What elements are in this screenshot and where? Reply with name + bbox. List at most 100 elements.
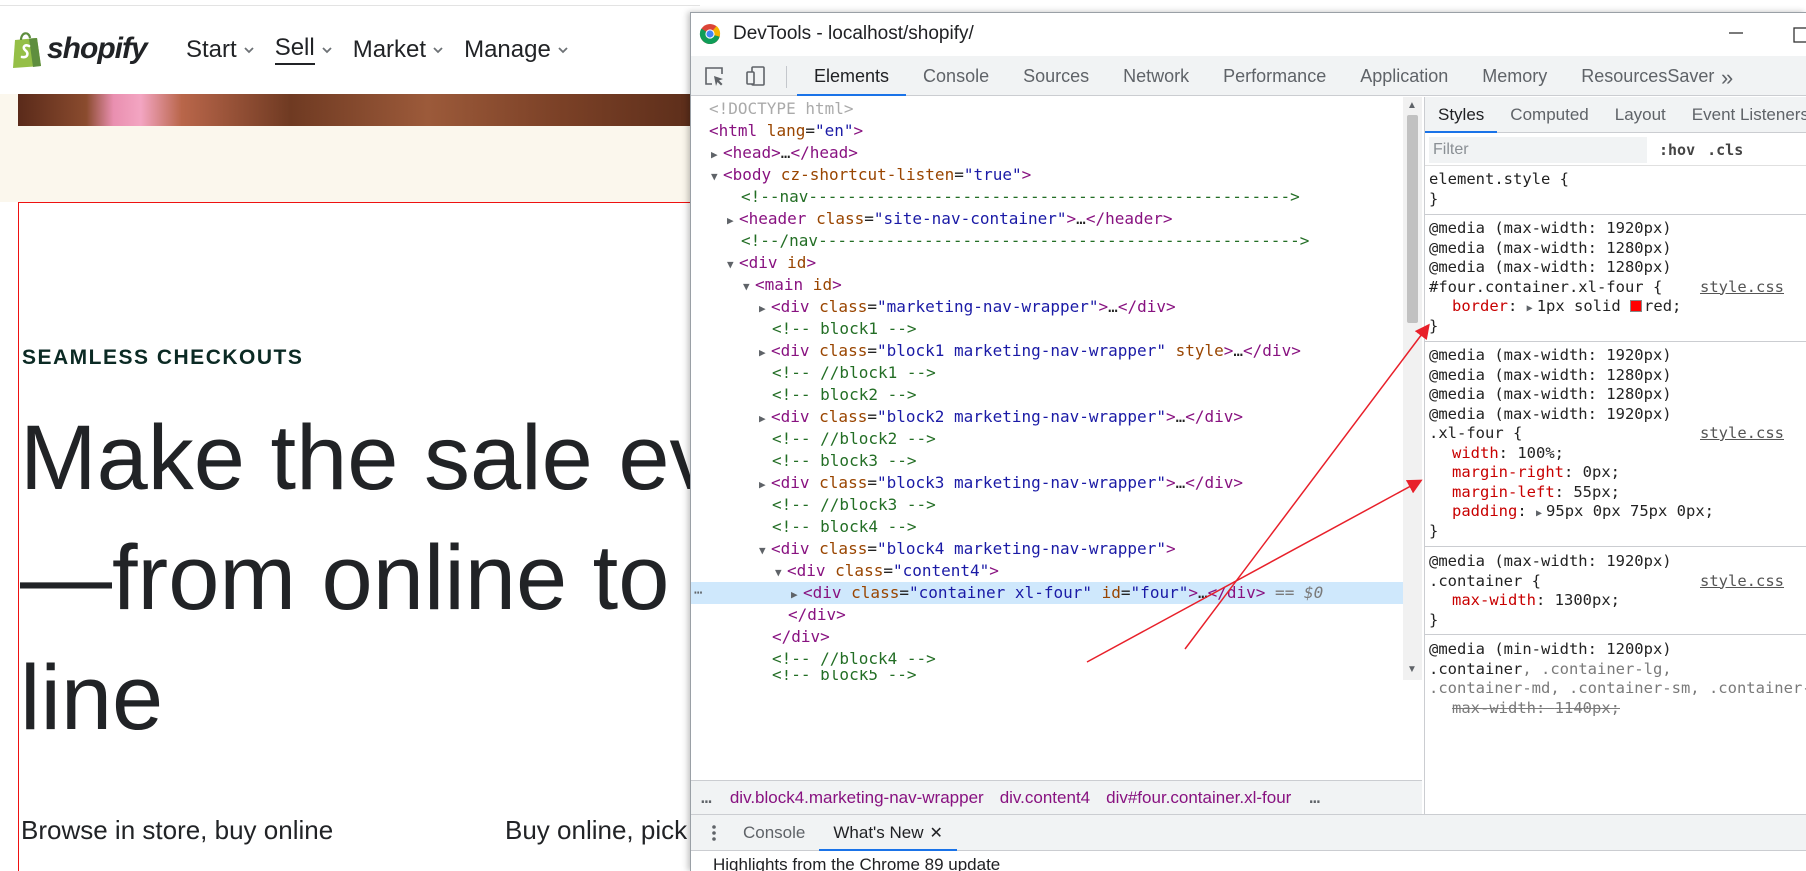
nav-item-sell[interactable]: Sell — [274, 34, 333, 65]
scroll-down-icon[interactable]: ▼ — [1407, 665, 1418, 675]
tab-elements[interactable]: Elements — [797, 56, 907, 96]
tab-resourcessaver[interactable]: ResourcesSaver — [1564, 56, 1731, 96]
scroll-up-icon[interactable]: ▲ — [1407, 101, 1418, 111]
css-property-width[interactable]: width: 100%; — [1425, 444, 1806, 464]
dom-node-block2[interactable]: ▶ <div class="block2 marketing-nav-wrappe… — [691, 406, 1391, 428]
breadcrumb-more-left[interactable]: … — [691, 787, 722, 808]
inspect-element-icon[interactable] — [703, 65, 725, 87]
collapse-triangle-icon[interactable]: ▼ — [727, 254, 739, 276]
dom-node-comment[interactable]: <!--nav---------------------------------… — [691, 186, 1391, 208]
row-menu-icon[interactable]: ⋯ — [694, 582, 702, 604]
breadcrumb-item[interactable]: div.content4 — [992, 788, 1098, 808]
rule-selector[interactable]: #four.container.xl-four {style.css — [1425, 278, 1806, 298]
scroll-thumb[interactable] — [1407, 115, 1418, 323]
rule-selector[interactable]: .container {style.css — [1425, 572, 1806, 592]
tab-network[interactable]: Network — [1106, 56, 1206, 96]
expand-triangle-icon[interactable]: ▶ — [759, 408, 771, 430]
tab-computed[interactable]: Computed — [1497, 97, 1601, 133]
tab-console[interactable]: Console — [906, 56, 1006, 96]
dom-node-main[interactable]: ▼ <main id> — [691, 274, 1391, 296]
dom-node-comment[interactable]: <!-- //block4 --> — [691, 648, 1391, 670]
dom-node-html[interactable]: <html lang="en"> — [691, 120, 1391, 142]
property-value: red; — [1644, 297, 1682, 315]
minimize-icon[interactable] — [1726, 23, 1746, 43]
styles-filter-input[interactable] — [1429, 136, 1647, 163]
device-toolbar-icon[interactable] — [745, 65, 767, 87]
source-link[interactable]: style.css — [1700, 424, 1784, 444]
property-value: 0px; — [1582, 463, 1620, 481]
tab-performance[interactable]: Performance — [1206, 56, 1343, 96]
dom-node-div-id[interactable]: ▼ <div id> — [691, 252, 1391, 274]
color-swatch[interactable] — [1630, 300, 1643, 312]
dom-node-comment[interactable]: <!-- block2 --> — [691, 384, 1391, 406]
maximize-icon[interactable] — [1791, 25, 1806, 45]
breadcrumb-item[interactable]: div.block4.marketing-nav-wrapper — [722, 788, 992, 808]
source-link[interactable]: style.css — [1700, 572, 1784, 592]
tab-application[interactable]: Application — [1343, 56, 1465, 96]
dom-node-doctype[interactable]: <!DOCTYPE html> — [691, 98, 1391, 120]
css-property-padding[interactable]: padding: ▶ 95px 0px 75px 0px; — [1425, 502, 1806, 522]
expand-triangle-icon[interactable]: ▶ — [711, 144, 723, 166]
dom-node-close-div[interactable]: </div> — [691, 604, 1391, 626]
css-property-overridden[interactable]: max-width: 1140px; — [1425, 699, 1806, 719]
tab-memory[interactable]: Memory — [1465, 56, 1564, 96]
expand-triangle-icon[interactable]: ▶ — [759, 342, 771, 364]
tab-event-listeners[interactable]: Event Listeners — [1679, 97, 1806, 133]
dom-node-close-div[interactable]: </div> — [691, 626, 1391, 648]
dom-node-block1[interactable]: ▶ <div class="block1 marketing-nav-wrappe… — [691, 340, 1391, 362]
dom-node-head[interactable]: ▶ <head>…</head> — [691, 142, 1391, 164]
dom-node-comment[interactable]: <!-- //block1 --> — [691, 362, 1391, 384]
dom-node-block4[interactable]: ▼ <div class="block4 marketing-nav-wrappe… — [691, 538, 1391, 560]
css-property-margin-right[interactable]: margin-right: 0px; — [1425, 463, 1806, 483]
breadcrumb-item[interactable]: div#four.container.xl-four — [1098, 788, 1299, 808]
dom-node-content4[interactable]: ▼ <div class="content4"> — [691, 560, 1391, 582]
nav-item-manage[interactable]: Manage — [464, 34, 569, 65]
breadcrumb-more-right[interactable]: … — [1299, 787, 1330, 808]
dom-node-comment[interactable]: <!-- block5 --> — [691, 670, 1391, 680]
nav-item-start[interactable]: Start — [186, 34, 255, 65]
dom-node-header[interactable]: ▶ <header class="site-nav-container">…</h… — [691, 208, 1391, 230]
dom-node-comment[interactable]: <!-- //block2 --> — [691, 428, 1391, 450]
more-tabs-icon[interactable]: » — [1721, 65, 1733, 91]
expand-triangle-icon[interactable]: ▶ — [727, 210, 739, 232]
drawer-tab-console[interactable]: Console — [729, 815, 819, 851]
rule-selector[interactable]: element.style { — [1425, 170, 1806, 190]
hero-image — [18, 94, 700, 126]
collapse-triangle-icon[interactable]: ▼ — [775, 562, 787, 584]
dom-node-comment[interactable]: <!-- block3 --> — [691, 450, 1391, 472]
rule-selector[interactable]: .xl-four {style.css — [1425, 424, 1806, 444]
dom-node-comment[interactable]: <!--/nav--------------------------------… — [691, 230, 1391, 252]
drawer-menu-icon[interactable] — [707, 823, 721, 843]
shopify-logo[interactable]: shopify — [10, 28, 148, 70]
nav-item-market[interactable]: Market — [353, 34, 444, 65]
css-property-margin-left[interactable]: margin-left: 55px; — [1425, 483, 1806, 503]
expand-triangle-icon[interactable]: ▶ — [791, 584, 803, 606]
expand-triangle-icon[interactable]: ▶ — [759, 474, 771, 496]
expand-triangle-icon[interactable]: ▶ — [759, 298, 771, 320]
collapse-triangle-icon[interactable]: ▼ — [759, 540, 771, 562]
dom-node-marketing-wrapper[interactable]: ▶ <div class="marketing-nav-wrapper">…</d… — [691, 296, 1391, 318]
dom-node-block3[interactable]: ▶ <div class="block3 marketing-nav-wrappe… — [691, 472, 1391, 494]
source-link[interactable]: style.css — [1700, 278, 1784, 298]
class-toggle[interactable]: .cls — [1707, 141, 1743, 159]
tab-sources[interactable]: Sources — [1006, 56, 1106, 96]
dom-node-comment[interactable]: <!-- //block3 --> — [691, 494, 1391, 516]
tab-layout[interactable]: Layout — [1602, 97, 1679, 133]
css-property-border[interactable]: border: ▶ 1px solid red; — [1425, 297, 1806, 317]
css-property-max-width[interactable]: max-width: 1300px; — [1425, 591, 1806, 611]
dom-node-comment[interactable]: <!-- block1 --> — [691, 318, 1391, 340]
close-icon[interactable]: ✕ — [930, 825, 943, 842]
dom-node-selected-container[interactable]: ⋯ ▶ <div class="container xl-four" id="fou… — [691, 582, 1403, 604]
dom-node-comment[interactable]: <!-- block4 --> — [691, 516, 1391, 538]
expand-shorthand-icon[interactable]: ▶ — [1527, 303, 1533, 314]
expand-shorthand-icon[interactable]: ▶ — [1536, 508, 1542, 519]
drawer-tab-whats-new[interactable]: What's New ✕ — [819, 815, 957, 851]
toolbar-divider — [786, 66, 787, 88]
dom-scrollbar[interactable]: ▲ ▼ — [1403, 97, 1422, 680]
dom-node-body[interactable]: ▼ <body cz-shortcut-listen="true"> — [691, 164, 1391, 186]
hover-state-toggle[interactable]: :hov — [1659, 141, 1695, 159]
collapse-triangle-icon[interactable]: ▼ — [743, 276, 755, 298]
collapse-triangle-icon[interactable]: ▼ — [711, 166, 723, 188]
tab-styles[interactable]: Styles — [1425, 97, 1498, 133]
rule-selector[interactable]: .container, .container-lg, — [1425, 660, 1806, 680]
